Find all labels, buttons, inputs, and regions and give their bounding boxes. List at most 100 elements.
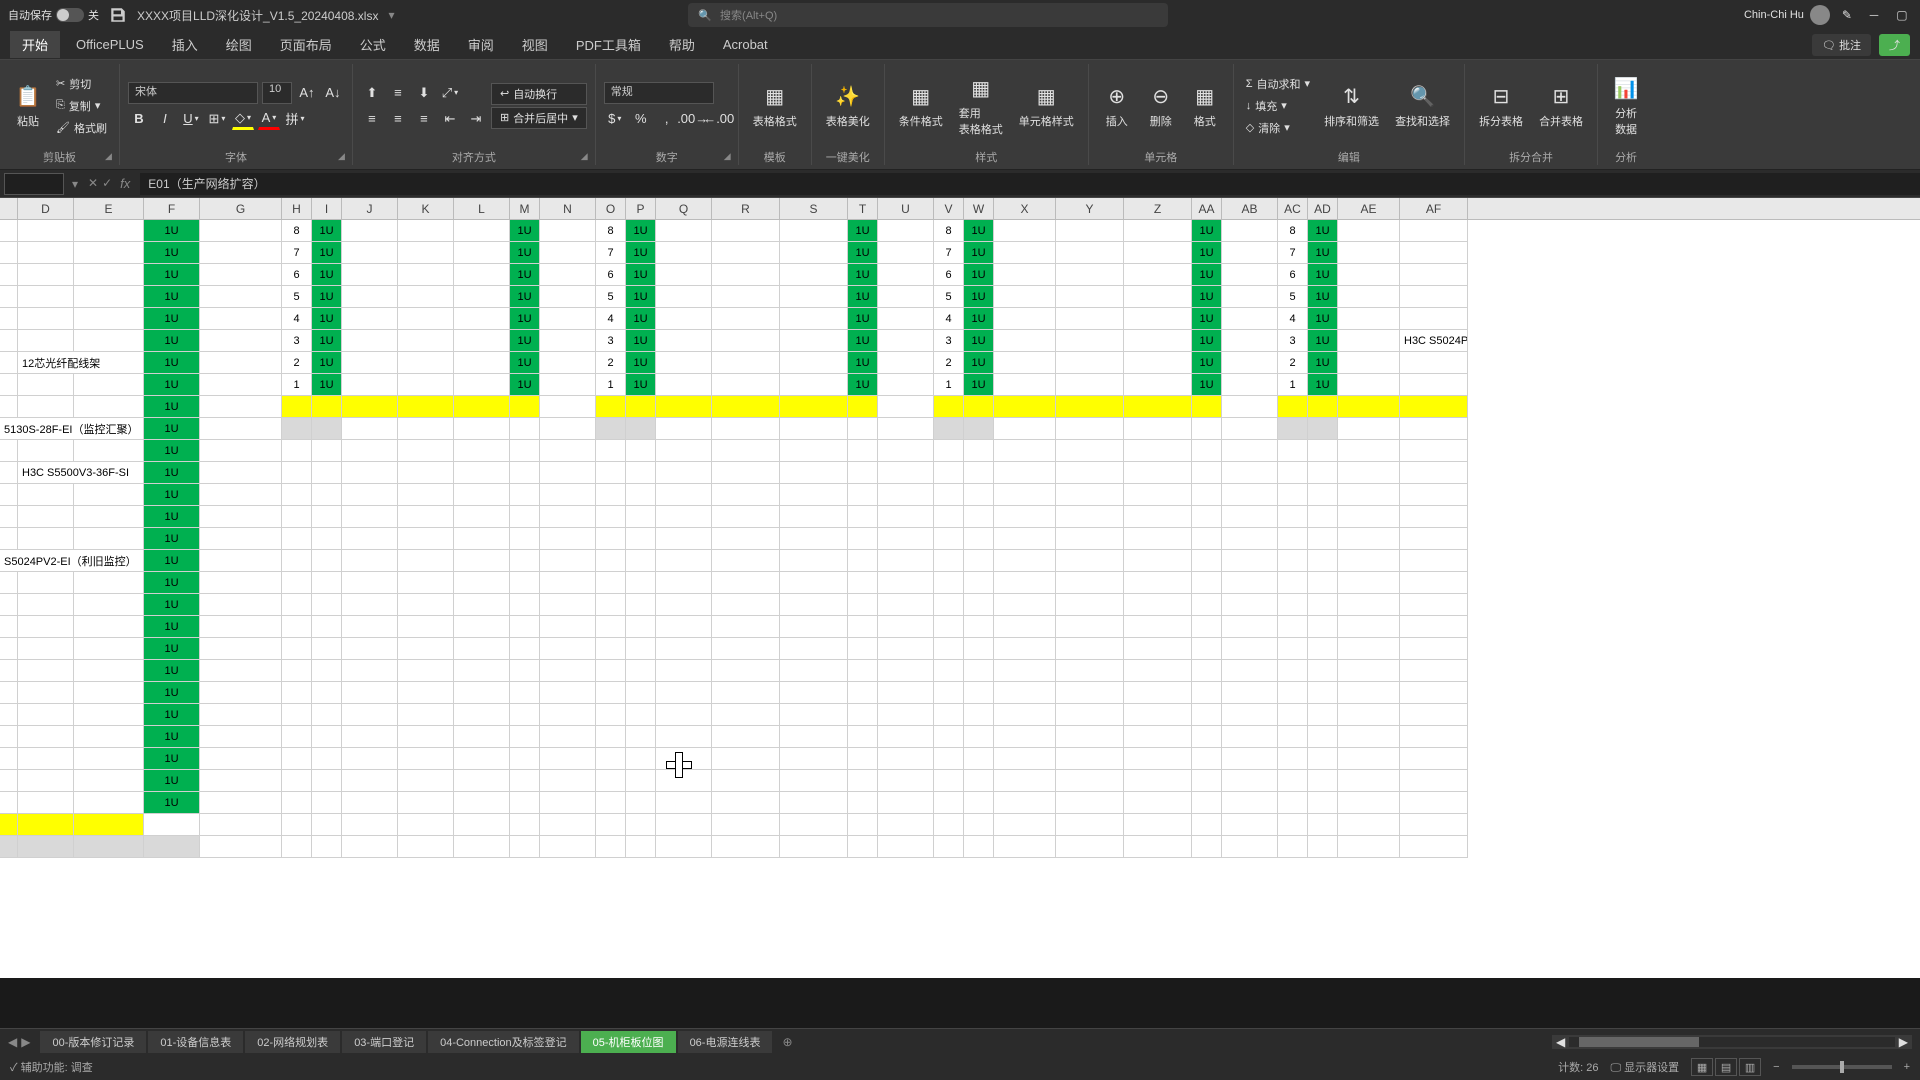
column-header[interactable]: AE bbox=[1338, 198, 1400, 219]
cell[interactable] bbox=[454, 792, 510, 814]
cell[interactable] bbox=[1192, 616, 1222, 638]
cell[interactable] bbox=[0, 726, 18, 748]
cell[interactable] bbox=[454, 440, 510, 462]
cell[interactable] bbox=[596, 660, 626, 682]
cell[interactable] bbox=[656, 374, 712, 396]
comma-button[interactable]: , bbox=[656, 108, 678, 130]
cell[interactable] bbox=[510, 484, 540, 506]
sheet-nav-prev[interactable]: ◀ bbox=[8, 1035, 17, 1049]
cell[interactable] bbox=[200, 748, 282, 770]
cell[interactable] bbox=[1308, 462, 1338, 484]
cell[interactable] bbox=[342, 550, 398, 572]
cell[interactable] bbox=[200, 638, 282, 660]
accounting-format-button[interactable]: $ bbox=[604, 108, 626, 130]
cell[interactable] bbox=[1124, 616, 1192, 638]
cell[interactable]: 1U bbox=[964, 286, 994, 308]
tab-pdftools[interactable]: PDF工具箱 bbox=[564, 31, 653, 58]
cell[interactable] bbox=[878, 330, 934, 352]
cell[interactable] bbox=[398, 352, 454, 374]
clipboard-launcher[interactable]: ◢ bbox=[105, 151, 117, 163]
cell[interactable] bbox=[312, 440, 342, 462]
cell[interactable] bbox=[656, 770, 712, 792]
cell[interactable] bbox=[454, 220, 510, 242]
cell[interactable] bbox=[18, 660, 74, 682]
cell[interactable] bbox=[1222, 616, 1278, 638]
column-header[interactable]: Z bbox=[1124, 198, 1192, 219]
cell[interactable] bbox=[282, 462, 312, 484]
cell[interactable] bbox=[1308, 440, 1338, 462]
cell[interactable] bbox=[1192, 836, 1222, 858]
cell[interactable] bbox=[780, 572, 848, 594]
cell[interactable] bbox=[312, 726, 342, 748]
cell[interactable] bbox=[878, 836, 934, 858]
cell[interactable] bbox=[1400, 484, 1468, 506]
cell[interactable] bbox=[656, 704, 712, 726]
cell[interactable] bbox=[934, 550, 964, 572]
cell[interactable] bbox=[712, 462, 780, 484]
cell[interactable] bbox=[200, 770, 282, 792]
zoom-out-button[interactable]: − bbox=[1773, 1061, 1779, 1073]
cell[interactable] bbox=[0, 836, 18, 858]
cell[interactable]: 8 bbox=[934, 220, 964, 242]
comments-button[interactable]: 🗨 批注 bbox=[1812, 34, 1871, 56]
cell[interactable] bbox=[74, 770, 144, 792]
cell[interactable] bbox=[510, 506, 540, 528]
cell[interactable] bbox=[1338, 396, 1400, 418]
cell[interactable] bbox=[656, 638, 712, 660]
cell[interactable] bbox=[454, 704, 510, 726]
cell[interactable] bbox=[934, 506, 964, 528]
cell[interactable] bbox=[0, 748, 18, 770]
cell[interactable] bbox=[282, 814, 312, 836]
column-header[interactable]: K bbox=[398, 198, 454, 219]
cell[interactable]: 5 bbox=[282, 286, 312, 308]
column-header[interactable]: F bbox=[144, 198, 200, 219]
cell[interactable] bbox=[1308, 396, 1338, 418]
cell[interactable] bbox=[454, 572, 510, 594]
tab-officeplus[interactable]: OfficePLUS bbox=[64, 33, 156, 56]
cell[interactable] bbox=[596, 748, 626, 770]
cell[interactable]: 8 bbox=[1278, 220, 1308, 242]
cell[interactable] bbox=[1222, 462, 1278, 484]
cell[interactable] bbox=[1278, 484, 1308, 506]
cell[interactable]: H3C S5500V3-36F-SI bbox=[18, 462, 144, 484]
cell[interactable] bbox=[1278, 396, 1308, 418]
cell[interactable]: 5 bbox=[1278, 286, 1308, 308]
tab-data[interactable]: 数据 bbox=[402, 31, 452, 58]
cell[interactable] bbox=[74, 616, 144, 638]
cell[interactable] bbox=[398, 770, 454, 792]
cell[interactable] bbox=[0, 682, 18, 704]
cell[interactable] bbox=[596, 528, 626, 550]
cell[interactable] bbox=[878, 572, 934, 594]
cell[interactable] bbox=[1338, 330, 1400, 352]
cell[interactable] bbox=[342, 594, 398, 616]
cell[interactable] bbox=[1056, 660, 1124, 682]
cell[interactable] bbox=[934, 660, 964, 682]
cell[interactable] bbox=[540, 484, 596, 506]
cell[interactable] bbox=[74, 528, 144, 550]
cell[interactable]: 12芯光纤配线架 bbox=[18, 352, 144, 374]
cell[interactable] bbox=[18, 748, 74, 770]
cell[interactable] bbox=[994, 550, 1056, 572]
cell[interactable] bbox=[1124, 836, 1192, 858]
cell[interactable] bbox=[878, 308, 934, 330]
cell[interactable] bbox=[1308, 660, 1338, 682]
cell[interactable] bbox=[0, 528, 18, 550]
cell[interactable] bbox=[454, 330, 510, 352]
cell[interactable] bbox=[200, 660, 282, 682]
cell[interactable]: 1U bbox=[144, 286, 200, 308]
cell[interactable] bbox=[540, 770, 596, 792]
cell[interactable] bbox=[1192, 638, 1222, 660]
decrease-font-button[interactable]: A↓ bbox=[322, 82, 344, 104]
cell[interactable] bbox=[342, 330, 398, 352]
cell[interactable] bbox=[74, 440, 144, 462]
cell[interactable]: 1U bbox=[848, 308, 878, 330]
cell[interactable] bbox=[1222, 594, 1278, 616]
cell[interactable] bbox=[282, 704, 312, 726]
column-header[interactable]: E bbox=[74, 198, 144, 219]
cell[interactable] bbox=[1124, 506, 1192, 528]
align-left-button[interactable]: ≡ bbox=[361, 108, 383, 130]
italic-button[interactable]: I bbox=[154, 108, 176, 130]
cell[interactable] bbox=[596, 726, 626, 748]
cell[interactable] bbox=[1056, 352, 1124, 374]
cell[interactable] bbox=[1400, 814, 1468, 836]
